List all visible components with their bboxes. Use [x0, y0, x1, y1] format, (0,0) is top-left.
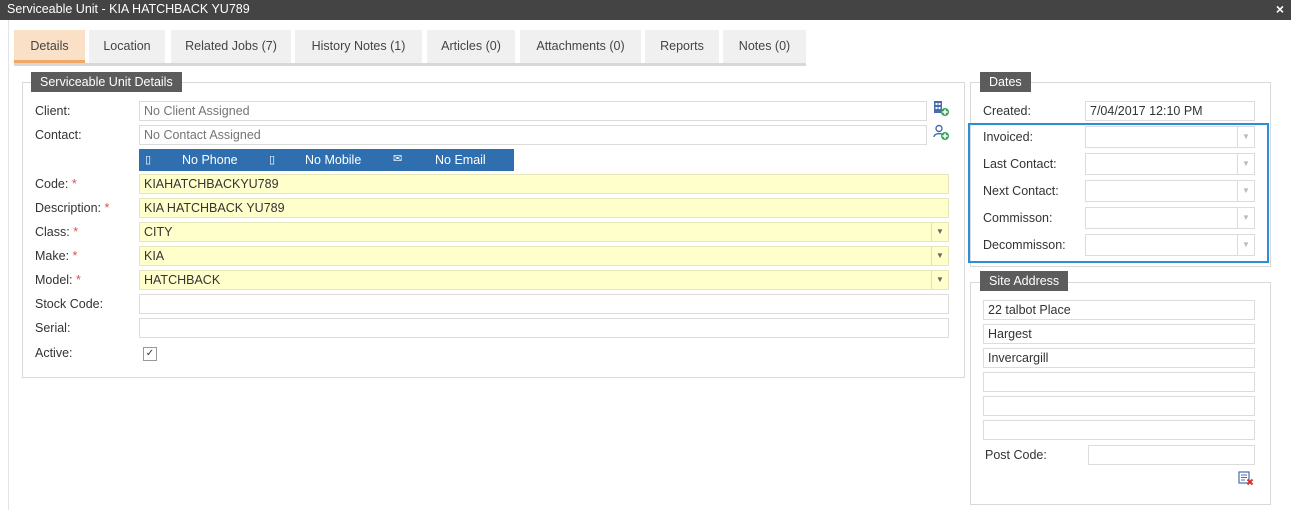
contact-field[interactable]: [139, 125, 927, 145]
required-mark: *: [73, 225, 79, 239]
clear-address-icon[interactable]: [1238, 470, 1254, 486]
tab-articles[interactable]: Articles (0): [427, 30, 515, 63]
created-label: Created:: [983, 104, 1031, 118]
client-label: Client:: [35, 104, 71, 118]
required-mark: *: [71, 177, 77, 191]
code-label: Code: *: [35, 177, 77, 191]
window-title: Serviceable Unit - KIA HATCHBACK YU789: [7, 2, 250, 16]
required-mark: *: [76, 273, 81, 287]
tab-attachments[interactable]: Attachments (0): [520, 30, 641, 63]
contact-label: Contact:: [35, 128, 82, 142]
created-field[interactable]: 7/04/2017 12:10 PM: [1085, 101, 1255, 121]
active-label: Active:: [35, 346, 73, 360]
unit-details-legend: Serviceable Unit Details: [31, 72, 182, 92]
model-select[interactable]: HATCHBACK ▼: [139, 270, 949, 290]
tab-details[interactable]: Details: [14, 30, 85, 63]
client-field[interactable]: [139, 101, 927, 121]
dates-legend: Dates: [980, 72, 1031, 92]
make-label-text: Make:: [35, 249, 70, 263]
mobile-icon: ▯: [269, 154, 276, 166]
close-icon[interactable]: ×: [1276, 1, 1284, 17]
address-line-5[interactable]: [983, 396, 1255, 416]
serial-field[interactable]: [139, 318, 949, 338]
window-titlebar: Serviceable Unit - KIA HATCHBACK YU789 ×: [0, 0, 1291, 20]
address-line-3[interactable]: Invercargill: [983, 348, 1255, 368]
active-checkbox[interactable]: ✓: [143, 347, 157, 361]
model-label: Model: *: [35, 273, 81, 287]
tab-notes[interactable]: Notes (0): [723, 30, 806, 63]
chevron-down-icon[interactable]: ▼: [931, 247, 948, 265]
description-field[interactable]: KIA HATCHBACK YU789: [139, 198, 949, 218]
mobile-value[interactable]: No Mobile: [305, 149, 361, 171]
description-label-text: Description:: [35, 201, 101, 215]
code-label-text: Code:: [35, 177, 69, 191]
required-mark: *: [72, 249, 78, 263]
code-field[interactable]: KIAHATCHBACKYU789: [139, 174, 949, 194]
address-line-4[interactable]: [983, 372, 1255, 392]
description-label: Description: *: [35, 201, 109, 215]
tab-location[interactable]: Location: [89, 30, 165, 63]
stock-code-field[interactable]: [139, 294, 949, 314]
tab-underline: [14, 63, 806, 66]
dates-highlight-box: [968, 123, 1269, 263]
phone-icon: ▯: [145, 154, 152, 166]
model-label-text: Model:: [35, 273, 73, 287]
site-address-legend: Site Address: [980, 271, 1069, 291]
class-select[interactable]: CITY ▼: [139, 222, 949, 242]
address-line-1[interactable]: 22 talbot Place: [983, 300, 1255, 320]
class-value: CITY: [144, 225, 173, 239]
class-label: Class: *: [35, 225, 78, 239]
post-code-label: Post Code:: [985, 448, 1047, 462]
tab-related-jobs[interactable]: Related Jobs (7): [171, 30, 291, 63]
required-mark: *: [104, 201, 110, 215]
serial-label: Serial:: [35, 321, 71, 335]
post-code-field[interactable]: [1088, 445, 1255, 465]
chevron-down-icon[interactable]: ▼: [931, 223, 948, 241]
chevron-down-icon[interactable]: ▼: [931, 271, 948, 289]
email-icon: ✉: [393, 153, 403, 165]
model-value: HATCHBACK: [144, 273, 221, 287]
tab-history-notes[interactable]: History Notes (1): [295, 30, 422, 63]
stock-code-label: Stock Code:: [35, 297, 104, 311]
make-value: KIA: [144, 249, 165, 263]
class-label-text: Class:: [35, 225, 70, 239]
address-line-2[interactable]: Hargest: [983, 324, 1255, 344]
make-select[interactable]: KIA ▼: [139, 246, 949, 266]
make-label: Make: *: [35, 249, 77, 263]
email-value[interactable]: No Email: [435, 149, 486, 171]
tab-reports[interactable]: Reports: [645, 30, 719, 63]
phone-value[interactable]: No Phone: [182, 149, 238, 171]
add-client-icon[interactable]: [933, 100, 949, 116]
address-line-6[interactable]: [983, 420, 1255, 440]
contact-methods-bar: ▯ No Phone ▯ No Mobile ✉ No Email: [139, 149, 514, 171]
add-contact-icon[interactable]: [933, 124, 949, 140]
